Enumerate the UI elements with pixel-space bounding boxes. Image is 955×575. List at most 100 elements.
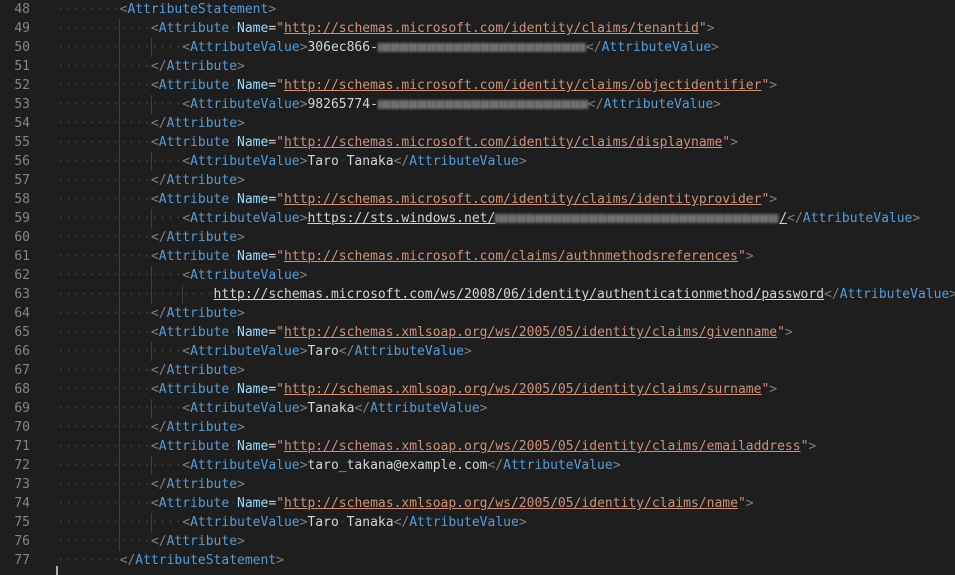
line-content[interactable]: ············<Attribute·Name="http://sche… — [57, 19, 714, 38]
line-content[interactable]: ················<AttributeValue>Tanaka</… — [57, 399, 488, 418]
attribute-value-link[interactable]: http://schemas.microsoft.com/claims/auth… — [284, 249, 738, 264]
code-line[interactable]: 50 ················<AttributeValue>306ec8… — [0, 38, 955, 57]
line-content[interactable]: ············<Attribute·Name="http://sche… — [57, 323, 793, 342]
code-line[interactable]: 74 ············<Attribute·Name="http://sc… — [0, 494, 955, 513]
line-content[interactable]: ····················http://schemas.micro… — [57, 285, 955, 304]
indent-whitespace: ············ — [57, 534, 151, 549]
code-line[interactable]: 55 ············<Attribute·Name="http://sc… — [0, 133, 955, 152]
attribute-value-link[interactable]: http://schemas.microsoft.com/identity/cl… — [284, 135, 722, 150]
value-text: Taro — [307, 344, 339, 359]
indent-whitespace: · — [229, 325, 238, 340]
code-line[interactable]: 48 ········<AttributeStatement> — [0, 0, 955, 19]
equals-sign: = — [268, 21, 277, 36]
line-number: 70 — [14, 420, 30, 435]
code-line[interactable]: 57 ············</Attribute> — [0, 171, 955, 190]
bracket: > — [808, 439, 817, 454]
code-line[interactable]: 73 ············</Attribute> — [0, 475, 955, 494]
line-content[interactable]: ············<Attribute·Name="http://sche… — [57, 380, 777, 399]
code-line[interactable]: 72 ················<AttributeValue>taro_t… — [0, 456, 955, 475]
attribute-value-link[interactable]: http://schemas.xmlsoap.org/ws/2005/05/id… — [284, 439, 801, 454]
bracket: > — [268, 2, 277, 17]
line-content[interactable]: ················<AttributeValue>306ec866… — [57, 38, 719, 57]
attribute-value-link[interactable]: http://schemas.microsoft.com/identity/cl… — [284, 192, 761, 207]
line-content[interactable]: ············<Attribute·Name="http://sche… — [57, 247, 754, 266]
line-content[interactable]: ················<AttributeValue> — [57, 266, 307, 285]
line-content[interactable]: ············<Attribute·Name="http://sche… — [57, 437, 816, 456]
line-content[interactable]: ············<Attribute·Name="http://sche… — [57, 133, 738, 152]
indent-whitespace: ···················· — [57, 287, 214, 302]
line-content[interactable]: ············<Attribute·Name="http://sche… — [57, 76, 777, 95]
code-line[interactable]: 65 ············<Attribute·Name="http://sc… — [0, 323, 955, 342]
line-content[interactable]: ············<Attribute·Name="http://sche… — [57, 190, 777, 209]
code-editor[interactable]: 48 ········<AttributeStatement> 49 ········… — [0, 0, 955, 575]
line-content[interactable]: ············</Attribute> — [57, 228, 245, 247]
value-link[interactable]: http://schemas.microsoft.com/ws/2008/06/… — [214, 287, 824, 302]
value-link[interactable]: / — [779, 211, 787, 226]
line-content[interactable]: ············</Attribute> — [57, 418, 245, 437]
code-line[interactable]: 54 ············</Attribute> — [0, 114, 955, 133]
bracket: </ — [787, 211, 803, 226]
code-line[interactable]: 58 ············<Attribute·Name="http://sc… — [0, 190, 955, 209]
line-number: 49 — [14, 21, 30, 36]
indent-guide — [150, 456, 152, 475]
quote: " — [276, 192, 284, 207]
tag-name: AttributeValue — [370, 401, 480, 416]
value-link[interactable]: https://sts.windows.net/ — [307, 211, 495, 226]
line-content[interactable]: ············</Attribute> — [57, 304, 245, 323]
code-line[interactable]: 51 ············</Attribute> — [0, 57, 955, 76]
attribute-value-link[interactable]: http://schemas.xmlsoap.org/ws/2005/05/id… — [284, 382, 761, 397]
code-line[interactable]: 64 ············</Attribute> — [0, 304, 955, 323]
tag-name: Attribute — [158, 325, 230, 340]
code-line[interactable]: 53 ················<AttributeValue>982657… — [0, 95, 955, 114]
line-number: 61 — [14, 249, 30, 264]
line-number: 54 — [14, 116, 30, 131]
code-line[interactable]: 77 ········</AttributeStatement> — [0, 551, 955, 570]
code-line[interactable]: 68 ············<Attribute·Name="http://sc… — [0, 380, 955, 399]
line-content[interactable]: ················<AttributeValue>Taro·Tan… — [57, 152, 527, 171]
code-line[interactable]: 59 ················<AttributeValue>https:… — [0, 209, 955, 228]
code-line[interactable]: 60 ············</Attribute> — [0, 228, 955, 247]
code-line[interactable]: 56················<AttributeValue>Taro·T… — [0, 152, 955, 171]
bracket: > — [237, 230, 245, 245]
attribute-value-link[interactable]: http://schemas.xmlsoap.org/ws/2005/05/id… — [284, 325, 777, 340]
attribute-value-link[interactable]: http://schemas.microsoft.com/identity/cl… — [284, 78, 761, 93]
code-line[interactable]: 49 ············<Attribute·Name="http://sc… — [0, 19, 955, 38]
code-line[interactable]: 61 ············<Attribute·Name="http://sc… — [0, 247, 955, 266]
line-content[interactable]: ················<AttributeValue>https://… — [57, 209, 920, 228]
code-line[interactable]: 76 ············</Attribute> — [0, 532, 955, 551]
line-content[interactable]: ········</AttributeStatement> — [57, 551, 284, 570]
line-content[interactable]: ················<AttributeValue>98265774… — [57, 95, 721, 114]
line-number: 76 — [14, 534, 30, 549]
indent-whitespace: ············ — [57, 116, 151, 131]
line-number: 73 — [14, 477, 30, 492]
line-content[interactable]: ············</Attribute> — [57, 114, 245, 133]
code-line[interactable]: 75················<AttributeValue>Taro·T… — [0, 513, 955, 532]
quote: " — [276, 325, 284, 340]
bracket: < — [182, 344, 191, 359]
line-content[interactable]: ············</Attribute> — [57, 532, 245, 551]
bracket: > — [237, 59, 245, 74]
line-content[interactable]: ············</Attribute> — [57, 475, 245, 494]
line-content[interactable]: ············</Attribute> — [57, 57, 245, 76]
code-line[interactable]: 69················<AttributeValue>Tanaka… — [0, 399, 955, 418]
line-content[interactable]: ············</Attribute> — [57, 361, 245, 380]
code-line[interactable]: 70 ············</Attribute> — [0, 418, 955, 437]
attribute-value-link[interactable]: http://schemas.xmlsoap.org/ws/2005/05/id… — [284, 496, 738, 511]
line-content[interactable]: ················<AttributeValue>taro_tak… — [57, 456, 621, 475]
line-content[interactable]: ············</Attribute> — [57, 171, 245, 190]
bracket: < — [182, 40, 191, 55]
code-line[interactable]: 71 ············<Attribute·Name="http://sc… — [0, 437, 955, 456]
indent-whitespace: · — [229, 21, 238, 36]
attribute-value-link[interactable]: http://schemas.microsoft.com/identity/cl… — [284, 21, 699, 36]
line-number: 51 — [14, 59, 30, 74]
code-line[interactable]: 62 ················<AttributeValue> — [0, 266, 955, 285]
code-line[interactable]: 52 ············<Attribute·Name="http://sc… — [0, 76, 955, 95]
code-line[interactable]: 67 ············</Attribute> — [0, 361, 955, 380]
quote: " — [737, 496, 746, 511]
line-content[interactable]: ················<AttributeValue>Taro·Tan… — [57, 513, 527, 532]
equals-sign: = — [268, 249, 277, 264]
code-line[interactable]: 66················<AttributeValue>Taro</… — [0, 342, 955, 361]
code-line[interactable]: 63 ····················http://schemas.mic… — [0, 285, 955, 304]
line-content[interactable]: ········<AttributeStatement> — [57, 0, 276, 19]
line-content[interactable]: ············<Attribute·Name="http://sche… — [57, 494, 754, 513]
